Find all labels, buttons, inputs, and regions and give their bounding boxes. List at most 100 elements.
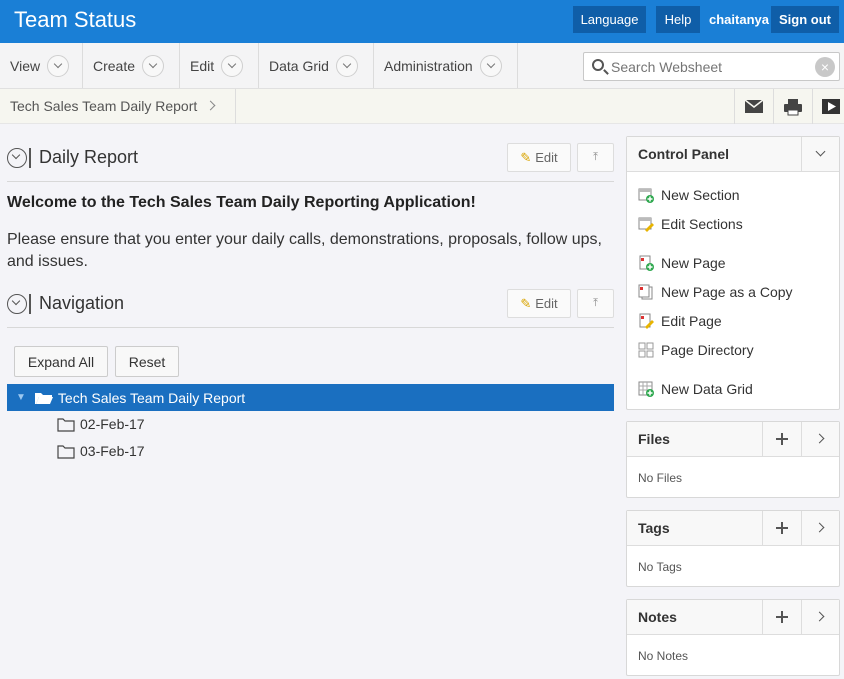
notes-panel-header: Notes <box>627 600 839 635</box>
item-label: Edit Sections <box>661 216 743 232</box>
chevron-right-icon <box>814 611 825 622</box>
breadcrumb[interactable]: Tech Sales Team Daily Report <box>10 98 197 114</box>
reset-button[interactable]: Reset <box>115 346 179 377</box>
chevron-down-icon <box>335 54 358 77</box>
page-directory-icon <box>638 342 654 358</box>
control-panel: Control Panel New Section Edit Sections … <box>626 136 840 410</box>
collapse-icon[interactable] <box>7 147 27 168</box>
help-button[interactable]: Help <box>656 6 700 33</box>
plus-icon <box>776 522 788 534</box>
print-button[interactable] <box>774 89 812 124</box>
arrow-up-icon: ⤒ <box>593 297 598 309</box>
new-data-grid-link[interactable]: New Data Grid <box>638 381 753 397</box>
presentation-button[interactable] <box>813 89 844 124</box>
play-icon <box>822 99 840 114</box>
add-note-button[interactable] <box>762 600 800 635</box>
page-directory-link[interactable]: Page Directory <box>638 342 754 358</box>
chevron-right-icon <box>814 433 825 444</box>
sign-out-button[interactable]: Sign out <box>771 6 839 33</box>
chevron-right-icon <box>814 522 825 533</box>
add-tag-button[interactable] <box>762 511 800 546</box>
move-top-button[interactable]: ⤒ <box>577 143 614 172</box>
menu-data-grid[interactable]: Data Grid <box>259 43 374 88</box>
folder-icon <box>57 417 75 432</box>
email-button[interactable] <box>735 89 773 124</box>
collapse-panel-button[interactable] <box>801 137 839 172</box>
clear-icon[interactable]: × <box>815 57 835 77</box>
tags-more-button[interactable] <box>801 511 839 546</box>
chevron-down-icon <box>815 146 826 157</box>
panel-title: Control Panel <box>638 146 730 162</box>
item-label: Edit Page <box>661 313 722 329</box>
app-header: Team Status Language Help chaitanya Sign… <box>0 0 844 43</box>
divider <box>29 147 31 168</box>
tree-node[interactable]: 03-Feb-17 <box>57 443 145 459</box>
panel-title: Tags <box>638 520 670 536</box>
files-more-button[interactable] <box>801 422 839 457</box>
notes-more-button[interactable] <box>801 600 839 635</box>
new-section-link[interactable]: New Section <box>638 187 740 203</box>
menu-edit-label: Edit <box>190 57 215 74</box>
edit-navigation-button[interactable]: ✎ Edit <box>507 289 571 318</box>
collapse-icon[interactable] <box>7 293 27 314</box>
add-file-button[interactable] <box>762 422 800 457</box>
navigation-header[interactable]: Navigation <box>7 293 124 314</box>
new-page-icon <box>639 255 654 271</box>
divider <box>29 293 31 314</box>
empty-message: No Tags <box>638 560 682 574</box>
menu-create[interactable]: Create <box>83 43 180 88</box>
menu-view-label: View <box>10 57 41 74</box>
chevron-down-icon <box>47 54 70 77</box>
control-panel-header: Control Panel <box>627 137 839 172</box>
tree-node-label: 02-Feb-17 <box>80 416 145 432</box>
item-label: Page Directory <box>661 342 754 358</box>
printer-icon <box>784 99 802 116</box>
edit-sections-link[interactable]: Edit Sections <box>638 216 743 232</box>
user-name[interactable]: chaitanya <box>709 6 769 33</box>
menu-data-grid-label: Data Grid <box>269 57 329 74</box>
edit-page-link[interactable]: Edit Page <box>638 313 722 329</box>
files-panel-header: Files <box>627 422 839 457</box>
app-title: Team Status <box>14 7 137 32</box>
pencil-icon: ✎ <box>520 295 532 311</box>
menu-create-label: Create <box>93 57 136 74</box>
arrow-up-icon: ⤒ <box>593 151 598 163</box>
search-icon <box>592 59 604 71</box>
menu-administration-label: Administration <box>384 57 473 74</box>
item-label: New Page as a Copy <box>661 284 793 300</box>
search-box[interactable]: × <box>583 52 840 81</box>
tree-root-label: Tech Sales Team Daily Report <box>57 389 246 406</box>
tree-node[interactable]: 02-Feb-17 <box>57 416 145 432</box>
move-top-button[interactable]: ⤒ <box>577 289 614 318</box>
item-label: New Page <box>661 255 726 271</box>
menu-view[interactable]: View <box>0 43 83 88</box>
instructions-text: Please ensure that you enter your daily … <box>7 231 602 270</box>
new-data-grid-icon <box>638 381 654 397</box>
new-page-copy-link[interactable]: New Page as a Copy <box>638 284 793 300</box>
files-panel: Files No Files <box>626 421 840 498</box>
menu-administration[interactable]: Administration <box>374 43 518 88</box>
region-title: Daily Report <box>39 147 139 167</box>
edit-daily-report-button[interactable]: ✎ Edit <box>507 143 571 172</box>
empty-message: No Files <box>638 471 683 485</box>
tree-node-label: 03-Feb-17 <box>80 443 145 459</box>
triangle-down-icon[interactable]: ▼ <box>16 392 26 403</box>
chevron-right-icon <box>205 100 216 111</box>
envelope-icon <box>744 99 764 113</box>
open-folder-icon <box>34 392 53 404</box>
menu-edit[interactable]: Edit <box>180 43 259 88</box>
language-button[interactable]: Language <box>573 6 646 33</box>
new-page-link[interactable]: New Page <box>638 255 726 271</box>
tags-panel-header: Tags <box>627 511 839 546</box>
edit-label: Edit <box>535 296 558 311</box>
notes-panel: Notes No Notes <box>626 599 840 676</box>
daily-report-header[interactable]: Daily Report <box>7 147 138 168</box>
plus-icon <box>776 611 788 623</box>
tree-root-node[interactable]: ▼ Tech Sales Team Daily Report <box>7 384 614 411</box>
divider <box>235 89 236 124</box>
divider <box>7 181 614 182</box>
divider <box>7 327 614 328</box>
expand-all-button[interactable]: Expand All <box>14 346 108 377</box>
chevron-down-icon <box>142 54 165 77</box>
search-input[interactable] <box>611 56 811 77</box>
